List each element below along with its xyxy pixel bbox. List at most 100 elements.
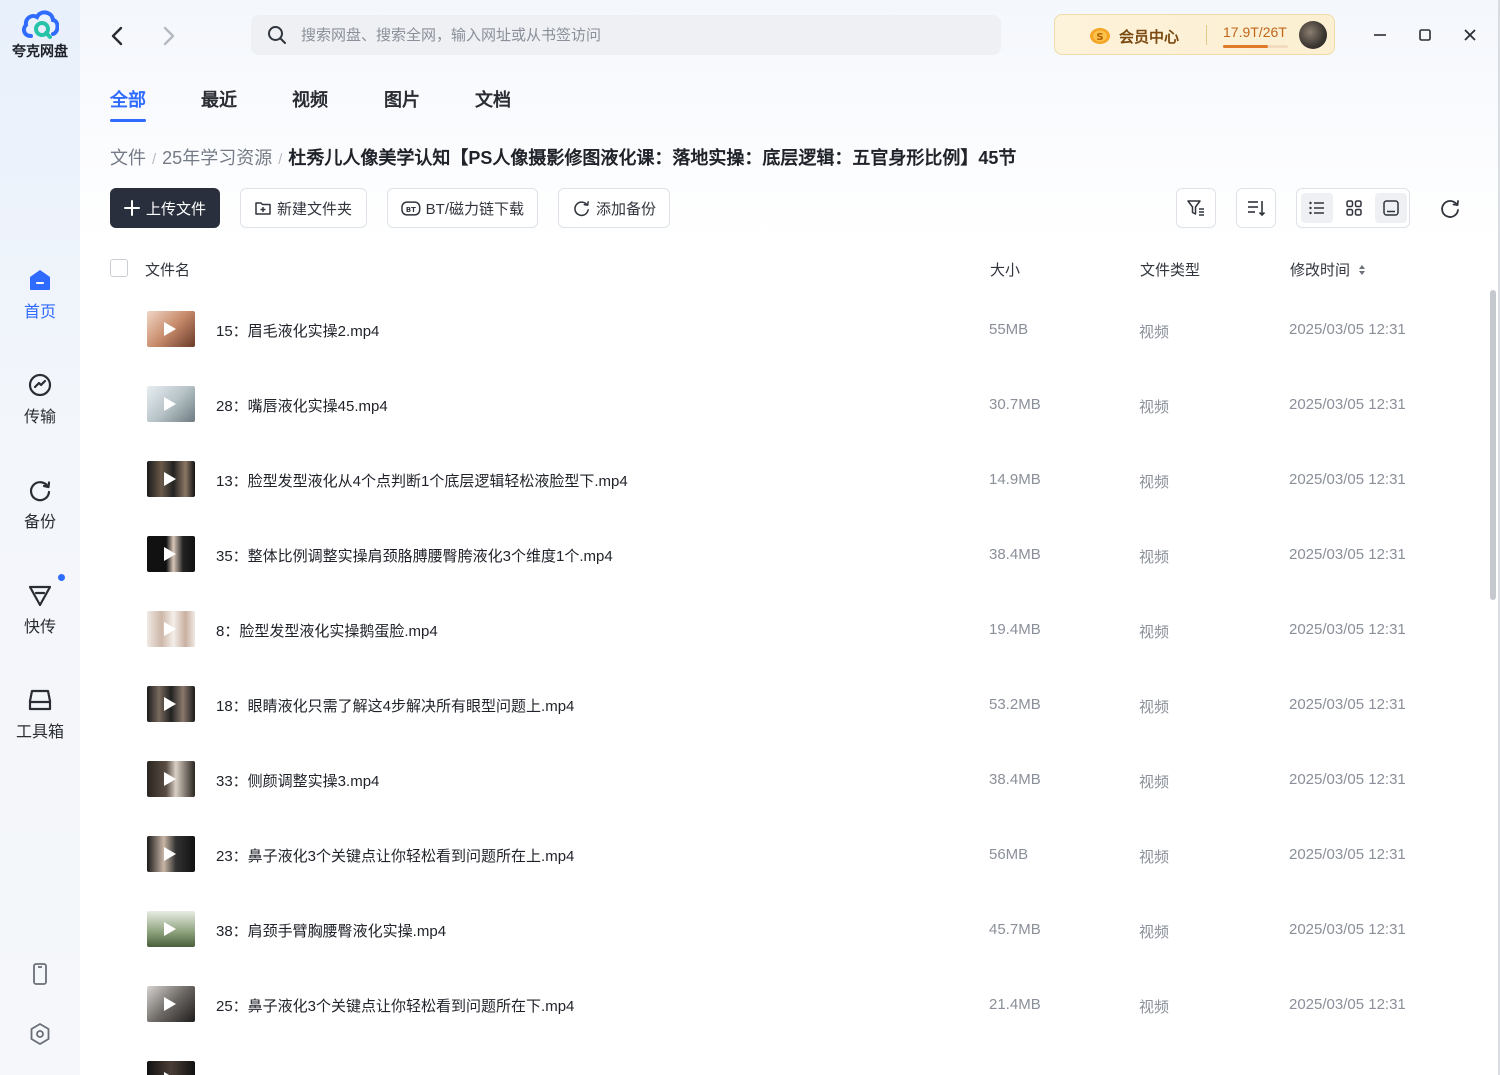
video-thumbnail	[147, 836, 195, 872]
avatar[interactable]	[1299, 21, 1327, 49]
refresh-button[interactable]	[1436, 194, 1464, 222]
file-modified-time: 2025/03/05 12:31	[1289, 621, 1406, 638]
file-name: 38：肩颈手臂胸腰臀液化实操.mp4	[216, 923, 447, 940]
file-name: 18：眼睛液化只需了解这4步解决所有眼型问题上.mp4	[216, 698, 575, 715]
quick-send-icon	[28, 585, 52, 607]
file-modified-time: 2025/03/05 12:31	[1289, 321, 1406, 338]
table-row[interactable]: 25：鼻子液化3个关键点让你轻松看到问题所在下.mp4 21.4MB 视频 2025/…	[110, 967, 1490, 1042]
file-modified-time: 2025/03/05 12:31	[1289, 996, 1406, 1013]
sidebar-item-label: 工具箱	[15, 724, 64, 741]
sidebar-item-transfer[interactable]: 传输	[0, 372, 80, 427]
upload-button[interactable]: 上传文件	[110, 188, 220, 228]
select-all-checkbox[interactable]	[110, 259, 128, 277]
back-arrow-icon[interactable]	[104, 22, 132, 50]
filter-button[interactable]	[1176, 188, 1216, 228]
file-size: 55MB	[989, 321, 1029, 338]
table-row[interactable]: 35：整体比例调整实操肩颈胳膊腰臀胯液化3个维度1个.mp4 38.4MB 视频 20…	[110, 517, 1490, 592]
column-header-name[interactable]: 文件名	[145, 259, 190, 280]
close-icon[interactable]	[1457, 22, 1483, 48]
sort-arrows-icon	[1359, 265, 1366, 275]
sidebar-item-toolbox[interactable]: 工具箱	[0, 687, 80, 742]
column-header-size[interactable]: 大小	[990, 259, 1020, 280]
maximize-icon[interactable]	[1412, 22, 1438, 48]
vip-center-link[interactable]: 会员中心	[1119, 26, 1179, 47]
play-icon	[164, 547, 176, 561]
breadcrumb-root[interactable]: 文件	[110, 148, 146, 168]
bt-download-label: BT/磁力链下载	[425, 200, 524, 218]
tab-document[interactable]: 文档	[475, 86, 511, 112]
backup-icon	[29, 481, 51, 502]
video-thumbnail	[147, 986, 195, 1022]
file-size: 38.4MB	[989, 771, 1041, 788]
column-header-type[interactable]: 文件类型	[1140, 259, 1200, 280]
search-input[interactable]	[301, 15, 981, 55]
tab-image[interactable]: 图片	[384, 86, 420, 112]
search-box[interactable]	[251, 15, 1001, 55]
new-folder-button[interactable]: 新建文件夹	[240, 188, 367, 228]
sort-button[interactable]	[1236, 188, 1276, 228]
tab-all[interactable]: 全部	[110, 86, 146, 112]
file-name: 25：鼻子液化3个关键点让你轻松看到问题所在下.mp4	[216, 998, 575, 1015]
filter-icon	[1187, 200, 1204, 216]
sort-icon	[1248, 201, 1266, 217]
bt-download-button[interactable]: BT BT/磁力链下载	[387, 188, 538, 228]
app-name: 夸克网盘	[12, 43, 68, 59]
sidebar-item-quick-send[interactable]: 快传	[0, 574, 80, 637]
tab-video[interactable]: 视频	[292, 86, 328, 112]
file-type: 视频	[1139, 699, 1170, 716]
file-type: 视频	[1139, 399, 1170, 416]
file-size: 21.4MB	[989, 996, 1041, 1013]
table-row[interactable]	[110, 1042, 1490, 1075]
search-icon	[268, 26, 286, 44]
add-backup-button[interactable]: 添加备份	[558, 188, 670, 228]
file-type: 视频	[1139, 474, 1170, 491]
main-area: S 会员中心 17.9T/26T 全部 最近 视频 图片 文档	[80, 0, 1500, 1075]
breadcrumb-current: 杜秀儿人像美学认知【PS人像摄影修图液化课：落地实操：底层逻辑：五官身形比例】4…	[288, 148, 1017, 168]
table-row[interactable]: 15：眉毛液化实操2.mp4 55MB 视频 2025/03/05 12:31	[110, 292, 1490, 367]
phone-icon	[33, 963, 47, 985]
table-row[interactable]: 38：肩颈手臂胸腰臀液化实操.mp4 45.7MB 视频 2025/03/05 12:…	[110, 892, 1490, 967]
divider	[1206, 25, 1207, 45]
file-type: 视频	[1139, 924, 1170, 941]
plus-icon	[124, 200, 140, 216]
sidebar-item-home[interactable]: 首页	[0, 267, 80, 322]
file-name: 15：眉毛液化实操2.mp4	[216, 323, 380, 340]
column-header-modified[interactable]: 修改时间	[1290, 259, 1367, 280]
video-thumbnail	[147, 461, 195, 497]
settings-button[interactable]	[0, 1022, 80, 1051]
video-thumbnail	[147, 686, 195, 722]
preview-view-button[interactable]	[1375, 193, 1407, 223]
table-row[interactable]: 13：脸型发型液化从4个点判断1个底层逻辑轻松液脸型下.mp4 14.9MB 视频 2…	[110, 442, 1490, 517]
add-backup-label: 添加备份	[595, 200, 656, 218]
breadcrumb-parent[interactable]: 25年学习资源	[162, 148, 272, 168]
grid-view-button[interactable]	[1338, 193, 1370, 223]
file-size: 45.7MB	[989, 921, 1041, 938]
app-logo[interactable]: 夸克网盘	[0, 8, 80, 61]
table-row[interactable]: 23：鼻子液化3个关键点让你轻松看到问题所在上.mp4 56MB 视频 2025/03…	[110, 817, 1490, 892]
play-icon	[164, 997, 176, 1011]
video-thumbnail	[147, 911, 195, 947]
view-mode-group	[1296, 188, 1410, 228]
file-type: 视频	[1139, 624, 1170, 641]
breadcrumb: 文件 / 25年学习资源 / 杜秀儿人像美学认知【PS人像摄影修图液化课：落地实操：底层…	[110, 144, 1016, 170]
sidebar-item-backup[interactable]: 备份	[0, 477, 80, 532]
file-size: 14.9MB	[989, 471, 1041, 488]
storage-usage[interactable]: 17.9T/26T	[1223, 24, 1287, 40]
coin-icon: S	[1090, 28, 1110, 44]
scrollbar[interactable]	[1490, 290, 1496, 600]
table-row[interactable]: 18：眼睛液化只需了解这4步解决所有眼型问题上.mp4 53.2MB 视频 2025/…	[110, 667, 1490, 742]
breadcrumb-separator: /	[152, 151, 157, 168]
column-header-modified-label: 修改时间	[1290, 262, 1351, 279]
phone-button[interactable]	[0, 962, 80, 991]
tab-recent[interactable]: 最近	[201, 86, 237, 112]
table-row[interactable]: 28：嘴唇液化实操45.mp4 30.7MB 视频 2025/03/05 12:31	[110, 367, 1490, 442]
forward-arrow-icon[interactable]	[154, 22, 182, 50]
table-row[interactable]: 33：侧颜调整实操3.mp4 38.4MB 视频 2025/03/05 12:31	[110, 742, 1490, 817]
table-row[interactable]: 8：脸型发型液化实操鹅蛋脸.mp4 19.4MB 视频 2025/03/05 12:3…	[110, 592, 1490, 667]
minimize-icon[interactable]	[1367, 22, 1393, 48]
list-view-button[interactable]	[1301, 193, 1333, 223]
active-tab-indicator	[110, 119, 146, 122]
play-icon	[164, 847, 176, 861]
notification-dot	[58, 574, 65, 581]
sidebar: 夸克网盘 首页 传输 备份 快传 工具箱	[0, 0, 80, 1075]
